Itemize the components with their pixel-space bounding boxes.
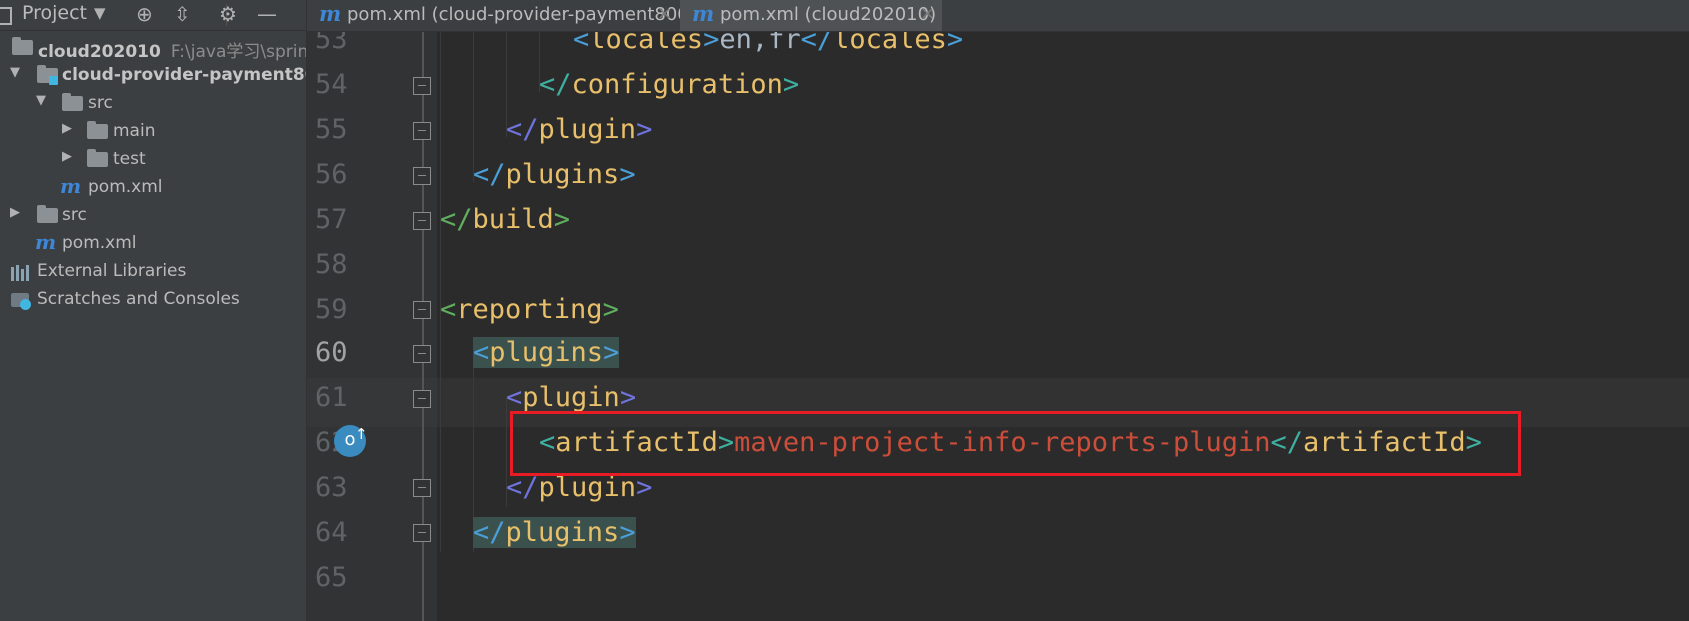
code-line-61: <plugin>: [506, 382, 637, 413]
code-line-54: </configuration>: [539, 69, 800, 100]
line-number: 63: [315, 472, 348, 503]
project-tool-window: Project ▼ ⊕ ⇳ ⚙ — cloud202010 F:\java学习\s…: [0, 0, 307, 621]
project-path: F:\java学习\sprin: [170, 42, 307, 62]
fold-marker-icon[interactable]: [413, 475, 431, 497]
fold-marker-icon[interactable]: [413, 208, 431, 230]
folder-icon: [37, 205, 58, 223]
tree-item-external-libraries[interactable]: External Libraries: [0, 257, 306, 287]
maven-override-icon[interactable]: o: [334, 419, 368, 457]
tab-pom-cloud202010[interactable]: m pom.xml (cloud202010) ×: [680, 0, 942, 31]
tree-item-label: pom.xml: [62, 233, 137, 253]
scratches-icon: [11, 293, 31, 310]
close-icon[interactable]: ×: [657, 3, 672, 24]
folder-icon: [62, 93, 83, 111]
line-number: 65: [315, 562, 348, 593]
matched-tag-highlight: <plugins>: [473, 337, 620, 368]
maven-file-icon: m: [319, 1, 342, 26]
hide-panel-icon[interactable]: —: [257, 2, 277, 26]
tree-item-root-src[interactable]: ▶ src: [0, 201, 306, 231]
tree-item-main[interactable]: ▶ main: [0, 117, 306, 147]
line-number: 61: [315, 382, 348, 413]
code-line-64: </plugins>: [473, 517, 636, 548]
view-dropdown-icon[interactable]: ▼: [94, 4, 106, 22]
tab-pom-payment8001[interactable]: m pom.xml (cloud-provider-payment8001) ×: [307, 0, 707, 31]
matched-tag-highlight: </plugins>: [473, 517, 636, 548]
fold-marker-icon[interactable]: [413, 118, 431, 140]
code-line-56: </plugins>: [473, 159, 636, 190]
tab-label: pom.xml (cloud-provider-payment8001): [347, 4, 708, 25]
project-toolbar: Project ▼ ⊕ ⇳ ⚙ —: [0, 0, 306, 31]
project-folder-icon: [12, 37, 33, 55]
code-line-55: </plugin>: [506, 114, 653, 145]
fold-marker-icon[interactable]: [413, 163, 431, 185]
editor-tab-bar: m pom.xml (cloud-provider-payment8001) ×…: [307, 0, 1689, 32]
fold-marker-icon[interactable]: [413, 73, 431, 95]
tree-item-src[interactable]: ▼ src: [0, 89, 306, 119]
tree-item-test[interactable]: ▶ test: [0, 145, 306, 175]
line-number: 56: [315, 159, 348, 190]
folder-icon: [87, 149, 108, 167]
line-number: 54: [315, 69, 348, 100]
folder-icon: [87, 121, 108, 139]
line-number: 58: [315, 249, 348, 280]
collapse-all-icon[interactable]: ⇳: [174, 2, 191, 26]
project-view-title[interactable]: Project: [22, 2, 87, 24]
tree-item-label: test: [113, 149, 146, 169]
tree-item-label: External Libraries: [37, 261, 187, 281]
line-number: 64: [315, 517, 348, 548]
chevron-down-icon[interactable]: ▼: [10, 65, 20, 80]
indent-guide: [440, 32, 441, 552]
line-number: 57: [315, 204, 348, 235]
annotation-highlight-box: [510, 411, 1521, 476]
tree-item-label: main: [113, 121, 156, 141]
code-line-57: </build>: [440, 204, 571, 235]
chevron-right-icon[interactable]: ▶: [62, 149, 72, 164]
tree-item-label: cloud-provider-payment80: [62, 65, 307, 85]
code-line-63: </plugin>: [506, 472, 653, 503]
tab-label: pom.xml (cloud202010): [720, 4, 937, 25]
line-number: 55: [315, 114, 348, 145]
maven-file-icon: m: [35, 230, 57, 254]
tree-item-root-pom[interactable]: m pom.xml: [0, 229, 306, 259]
chevron-down-icon[interactable]: ▼: [36, 93, 46, 108]
tree-item-label: Scratches and Consoles: [37, 289, 240, 309]
tree-item-label: src: [62, 205, 87, 225]
code-line-53: <locales>en,fr</locales>: [573, 32, 964, 55]
chevron-right-icon[interactable]: ▶: [10, 205, 20, 220]
code-line-60: <plugins>: [473, 337, 620, 368]
line-number: 59: [315, 294, 348, 325]
tree-item-label: pom.xml: [88, 177, 163, 197]
chevron-right-icon[interactable]: ▶: [62, 121, 72, 136]
fold-marker-icon[interactable]: [413, 386, 431, 408]
close-icon[interactable]: ×: [920, 3, 935, 24]
fold-marker-icon[interactable]: [413, 520, 431, 542]
locate-file-icon[interactable]: ⊕: [136, 2, 153, 26]
fold-marker-icon[interactable]: [413, 341, 431, 363]
maven-file-icon: m: [60, 174, 82, 198]
tree-item-module[interactable]: ▼ cloud-provider-payment80: [0, 61, 306, 91]
line-number: 53: [315, 32, 348, 55]
module-folder-icon: [37, 65, 58, 85]
line-number-current: 60: [315, 337, 348, 368]
gear-icon[interactable]: ⚙: [219, 2, 237, 26]
code-line-59: <reporting>: [440, 294, 619, 325]
tree-item-label: cloud202010: [38, 42, 161, 62]
tree-item-module-pom[interactable]: m pom.xml: [0, 173, 306, 203]
library-icon: [11, 265, 31, 281]
tree-item-cloud202010[interactable]: cloud202010 F:\java学习\sprin: [0, 33, 306, 63]
maven-file-icon: m: [692, 1, 715, 26]
tree-item-scratches[interactable]: Scratches and Consoles: [0, 285, 306, 315]
fold-marker-icon[interactable]: [413, 297, 431, 319]
tool-window-icon[interactable]: [0, 7, 12, 25]
tree-item-label: src: [88, 93, 113, 113]
code-editor[interactable]: 53 54 55 56 57 58 59 60 61 62 63 64 65 <…: [307, 32, 1689, 621]
